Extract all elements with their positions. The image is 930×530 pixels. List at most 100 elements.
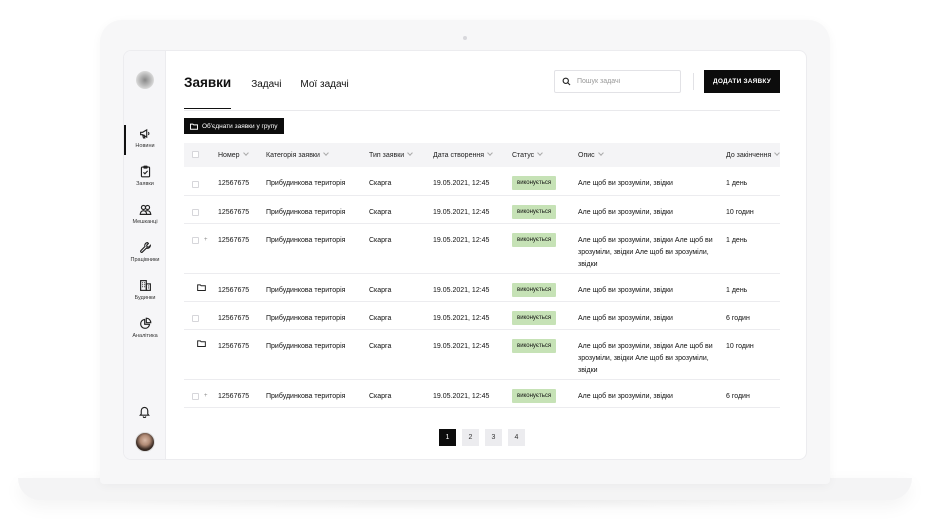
status-badge: виконується [512, 204, 557, 219]
chevron-down-icon [242, 149, 249, 156]
cell-remaining: 10 годин [726, 195, 780, 224]
bell-icon [139, 406, 150, 419]
folder-icon[interactable] [197, 283, 206, 296]
app-window: Новини Заявки Мешканці Працівники Будинк… [123, 50, 807, 460]
cell-description: Але щоб ви зрозуміли, звідки [578, 195, 726, 224]
folder-icon[interactable] [197, 339, 206, 352]
cell-number: 12567675 [218, 329, 266, 380]
select-all-checkbox[interactable] [192, 151, 199, 159]
cell-number: 12567675 [218, 167, 266, 196]
column-number[interactable]: Номер [218, 143, 266, 167]
column-remaining[interactable]: До закінчення [726, 143, 781, 167]
cell-number: 12567675 [218, 273, 266, 302]
search-input[interactable] [577, 78, 677, 85]
chevron-down-icon [537, 149, 543, 156]
cell-type: Скарга [369, 195, 433, 224]
status-badge: виконується [512, 310, 557, 325]
pagination: 1234 [439, 429, 525, 446]
table-header: Номер Категорія заявки Тип заявки Дата с… [184, 143, 781, 167]
table-row[interactable]: 12567675 Прибудинкова територія Скарга 19.0… [184, 329, 780, 380]
cell-number: 12567675 [218, 223, 266, 274]
cell-number: 12567675 [218, 301, 266, 330]
page-button-3[interactable]: 3 [485, 429, 502, 446]
sidebar-item-residents[interactable]: Мешканці [124, 203, 166, 235]
status-badge: виконується [512, 176, 557, 190]
row-checkbox[interactable] [192, 180, 199, 188]
cell-category: Прибудинкова територія [266, 379, 369, 408]
cell-type: Скарга [369, 379, 433, 408]
status-badge: виконується [512, 232, 557, 247]
cell-description: Але щоб ви зрозуміли, звідки [578, 273, 726, 302]
column-description[interactable]: Опис [578, 143, 726, 167]
add-request-button[interactable]: ДОДАТИ ЗАЯВКУ [704, 70, 780, 93]
page-button-1[interactable]: 1 [439, 429, 456, 446]
cell-description: Але щоб ви зрозуміли, звідки Але щоб ви … [578, 329, 726, 380]
expand-icon[interactable]: + [204, 234, 208, 246]
expand-icon[interactable]: + [204, 390, 208, 402]
sidebar-item-label: Заявки [136, 181, 154, 187]
cell-type: Скарга [369, 167, 433, 196]
row-checkbox[interactable] [192, 393, 199, 401]
table-row[interactable]: 12567675 Прибудинкова територія Скарга 19.0… [184, 301, 780, 330]
page-button-2[interactable]: 2 [462, 429, 479, 446]
tab-requests[interactable]: Заявки [184, 75, 232, 109]
page-button-4[interactable]: 4 [508, 429, 525, 446]
status-badge: виконується [512, 388, 557, 403]
sidebar-item-label: Працівники [130, 257, 160, 263]
logo [136, 71, 154, 89]
cell-category: Прибудинкова територія [266, 301, 369, 330]
cell-remaining: 1 день [726, 167, 780, 196]
cell-description: Але щоб ви зрозуміли, звідки [578, 301, 726, 330]
camera-dot [463, 36, 467, 40]
column-status[interactable]: Статус [512, 143, 578, 167]
group-requests-label: Об'єднати заявки у групу [202, 122, 278, 130]
user-avatar[interactable] [135, 432, 155, 452]
chevron-down-icon [487, 149, 493, 156]
cell-category: Прибудинкова територія [266, 195, 369, 224]
table-row[interactable]: +12567675 Прибудинкова територія Скарга 19.… [184, 223, 780, 274]
sidebar-item-buildings[interactable]: Будинки [124, 279, 166, 311]
table-row[interactable]: 12567675 Прибудинкова територія Скарга 19.0… [184, 167, 780, 196]
cell-remaining: 6 годин [726, 301, 780, 330]
cell-description: Але щоб ви зрозуміли, звідки [578, 379, 726, 408]
table-row[interactable]: 12567675 Прибудинкова територія Скарга 19.0… [184, 195, 780, 224]
buildings-icon [139, 280, 151, 291]
cell-type: Скарга [369, 301, 433, 330]
cell-date: 19.05.2021, 12:45 [433, 301, 512, 330]
cell-remaining: 1 день [726, 273, 780, 302]
row-checkbox[interactable] [192, 315, 199, 323]
cell-date: 19.05.2021, 12:45 [433, 329, 512, 380]
cell-remaining: 6 годин [726, 379, 780, 408]
column-category[interactable]: Категорія заявки [266, 143, 369, 167]
row-checkbox[interactable] [192, 209, 199, 217]
sidebar-item-workers[interactable]: Працівники [124, 241, 166, 273]
cell-date: 19.05.2021, 12:45 [433, 167, 512, 196]
notifications-button[interactable] [138, 405, 151, 419]
sidebar-item-requests[interactable]: Заявки [124, 165, 166, 197]
status-badge: виконується [512, 338, 557, 353]
tab-my-tasks[interactable]: Мої задачі [300, 79, 348, 109]
sidebar-item-label: Аналітика [132, 333, 158, 339]
cell-description: Але щоб ви зрозуміли, звідки Але щоб ви … [578, 223, 726, 274]
folder-icon [190, 123, 198, 130]
row-checkbox[interactable] [192, 237, 199, 245]
table-row[interactable]: 12567675 Прибудинкова територія Скарга 19.0… [184, 273, 780, 302]
cell-type: Скарга [369, 223, 433, 274]
search-box[interactable] [554, 70, 681, 93]
chevron-down-icon [597, 149, 604, 156]
tab-tasks[interactable]: Задачі [251, 79, 281, 109]
cell-type: Скарга [369, 273, 433, 302]
column-type[interactable]: Тип заявки [369, 143, 433, 167]
sidebar-item-news[interactable]: Новини [124, 125, 166, 159]
sidebar-item-analytics[interactable]: Аналітика [124, 317, 166, 349]
cell-category: Прибудинкова територія [266, 273, 369, 302]
column-date[interactable]: Дата створення [433, 143, 512, 167]
group-requests-button[interactable]: Об'єднати заявки у групу [184, 118, 285, 134]
status-badge: виконується [512, 282, 557, 297]
table-row[interactable]: +12567675 Прибудинкова територія Скарга 19.… [184, 379, 780, 408]
requests-table: Номер Категорія заявки Тип заявки Дата с… [184, 143, 781, 408]
sidebar-item-label: Будинки [134, 295, 156, 301]
megaphone-icon [139, 128, 149, 139]
cell-category: Прибудинкова територія [266, 167, 369, 196]
header-divider [693, 73, 694, 90]
